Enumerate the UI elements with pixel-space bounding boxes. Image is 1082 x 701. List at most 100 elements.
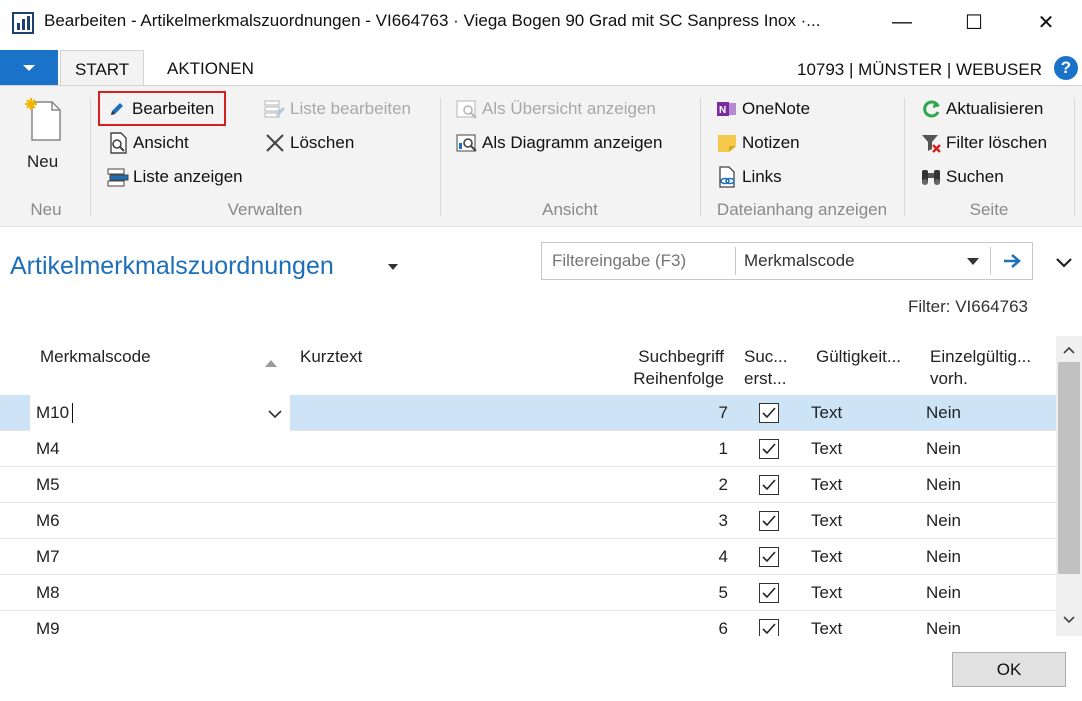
window-title: Bearbeiten - Artikelmerkmalszuordnungen … bbox=[44, 11, 821, 30]
delete-button[interactable]: Löschen bbox=[264, 129, 354, 157]
scrollbar-thumb[interactable] bbox=[1058, 362, 1080, 574]
show-as-overview-button[interactable]: Als Übersicht anzeigen bbox=[456, 95, 656, 123]
app-menu-button[interactable] bbox=[0, 50, 58, 86]
apply-filter-button[interactable] bbox=[990, 247, 1032, 275]
vertical-scrollbar[interactable] bbox=[1056, 336, 1082, 636]
tab-start[interactable]: START bbox=[60, 50, 145, 86]
column-header-line: Reihenfolge bbox=[633, 369, 724, 388]
checkmark-icon bbox=[762, 587, 776, 599]
ribbon-tabbar: START AKTIONEN 10793 | MÜNSTER | WEBUSER… bbox=[0, 50, 1082, 86]
table-row[interactable]: M4 1 Text Nein bbox=[0, 431, 1056, 467]
column-header-gueltigkeit[interactable]: Gültigkeit... bbox=[816, 346, 901, 368]
sort-ascending-icon bbox=[265, 360, 277, 367]
edit-button-label: Bearbeiten bbox=[132, 98, 215, 118]
ok-button[interactable]: OK bbox=[952, 652, 1066, 687]
data-grid: Merkmalscode Kurztext Suchbegriff Reihen… bbox=[0, 336, 1056, 636]
reihenfolge-cell: 1 bbox=[718, 439, 728, 458]
checkmark-icon bbox=[762, 623, 776, 635]
code-cell: M8 bbox=[36, 583, 60, 602]
binoculars-icon bbox=[920, 166, 942, 188]
edit-button[interactable]: Bearbeiten bbox=[97, 91, 227, 126]
close-button[interactable]: ✕ bbox=[1022, 0, 1070, 44]
checkmark-icon bbox=[762, 479, 776, 491]
checkbox[interactable] bbox=[759, 619, 779, 636]
clear-filter-button[interactable]: Filter löschen bbox=[920, 129, 1047, 157]
clear-filter-icon bbox=[920, 132, 942, 154]
arrow-right-icon bbox=[1003, 254, 1021, 268]
view-button[interactable]: Ansicht bbox=[107, 129, 189, 157]
column-header-einzelgueltigkeit[interactable]: Einzelgültig... vorh. bbox=[930, 346, 1031, 390]
checkbox[interactable] bbox=[759, 475, 779, 495]
pencil-icon bbox=[106, 98, 128, 120]
search-label: Suchen bbox=[946, 167, 1004, 186]
column-header-suchbegriff-erstellen[interactable]: Suc... erst... bbox=[744, 346, 787, 390]
edit-list-button[interactable]: Liste bearbeiten bbox=[264, 95, 411, 123]
chevron-down-icon[interactable] bbox=[268, 403, 282, 423]
reihenfolge-cell: 7 bbox=[718, 403, 728, 422]
table-row[interactable]: M5 2 Text Nein bbox=[0, 467, 1056, 503]
minimize-button[interactable]: — bbox=[878, 0, 926, 44]
scroll-down-button[interactable] bbox=[1056, 608, 1082, 632]
checkbox[interactable] bbox=[759, 547, 779, 567]
filter-input[interactable] bbox=[552, 251, 732, 271]
tab-aktionen[interactable]: AKTIONEN bbox=[153, 50, 268, 86]
table-row[interactable]: M9 6 Text Nein bbox=[0, 611, 1056, 636]
refresh-label: Aktualisieren bbox=[946, 99, 1044, 118]
text-cursor bbox=[72, 403, 73, 423]
einzel-cell: Nein bbox=[926, 583, 961, 602]
code-cell: M6 bbox=[36, 511, 60, 530]
checkmark-icon bbox=[762, 551, 776, 563]
code-cell: M5 bbox=[36, 475, 60, 494]
onenote-icon: N bbox=[716, 98, 738, 120]
show-as-chart-button[interactable]: Als Diagramm anzeigen bbox=[456, 129, 662, 157]
reihenfolge-cell: 3 bbox=[718, 511, 728, 530]
table-row[interactable]: M7 4 Text Nein bbox=[0, 539, 1056, 575]
scroll-up-button[interactable] bbox=[1056, 338, 1082, 362]
gueltigkeit-cell: Text bbox=[811, 511, 843, 530]
table-row[interactable]: M6 3 Text Nein bbox=[0, 503, 1056, 539]
view-button-label: Ansicht bbox=[133, 133, 189, 152]
checkbox[interactable] bbox=[759, 403, 779, 423]
gueltigkeit-cell: Text bbox=[811, 619, 843, 636]
view-document-icon bbox=[107, 132, 129, 154]
edit-list-icon bbox=[264, 98, 286, 120]
column-header-suchbegriff[interactable]: Suchbegriff Reihenfolge bbox=[600, 346, 724, 390]
filter-field-select[interactable]: Merkmalscode bbox=[735, 247, 987, 275]
list-icon bbox=[107, 166, 129, 188]
gueltigkeit-cell: Text bbox=[811, 547, 843, 566]
onenote-button[interactable]: N OneNote bbox=[716, 95, 810, 123]
column-header-kurztext[interactable]: Kurztext bbox=[300, 346, 362, 368]
search-button[interactable]: Suchen bbox=[920, 163, 1004, 191]
help-button[interactable]: ? bbox=[1054, 56, 1078, 80]
note-icon bbox=[716, 132, 738, 154]
show-as-chart-label: Als Diagramm anzeigen bbox=[482, 133, 663, 152]
einzel-cell: Nein bbox=[926, 403, 961, 422]
table-row[interactable]: M10 7 Text Nein bbox=[0, 395, 1056, 431]
links-label: Links bbox=[742, 167, 782, 186]
code-edit-cell[interactable]: M10 bbox=[30, 395, 290, 431]
einzel-cell: Nein bbox=[926, 475, 961, 494]
collapse-chevron-icon[interactable] bbox=[1056, 258, 1072, 268]
title-dropdown-icon[interactable] bbox=[388, 264, 398, 270]
checkbox[interactable] bbox=[759, 439, 779, 459]
group-label-verwalten: Verwalten bbox=[227, 200, 303, 219]
ribbon-divider bbox=[700, 98, 701, 216]
maximize-button[interactable]: ☐ bbox=[950, 0, 998, 44]
einzel-cell: Nein bbox=[926, 619, 961, 636]
column-header-merkmalscode[interactable]: Merkmalscode bbox=[40, 346, 151, 368]
svg-text:N: N bbox=[719, 105, 726, 116]
refresh-button[interactable]: Aktualisieren bbox=[920, 95, 1043, 123]
show-list-button[interactable]: Liste anzeigen bbox=[107, 163, 243, 191]
links-button[interactable]: Links bbox=[716, 163, 782, 191]
reihenfolge-cell: 5 bbox=[718, 583, 728, 602]
chevron-down-icon bbox=[967, 258, 979, 265]
new-button[interactable]: Neu bbox=[18, 94, 72, 176]
table-row[interactable]: M8 5 Text Nein bbox=[0, 575, 1056, 611]
notes-label: Notizen bbox=[742, 133, 800, 152]
filter-status: Filter: VI664763 bbox=[907, 297, 1028, 316]
app-icon bbox=[12, 12, 34, 34]
notes-button[interactable]: Notizen bbox=[716, 129, 800, 157]
checkbox[interactable] bbox=[759, 511, 779, 531]
filter-field-value: Merkmalscode bbox=[744, 251, 855, 270]
checkbox[interactable] bbox=[759, 583, 779, 603]
